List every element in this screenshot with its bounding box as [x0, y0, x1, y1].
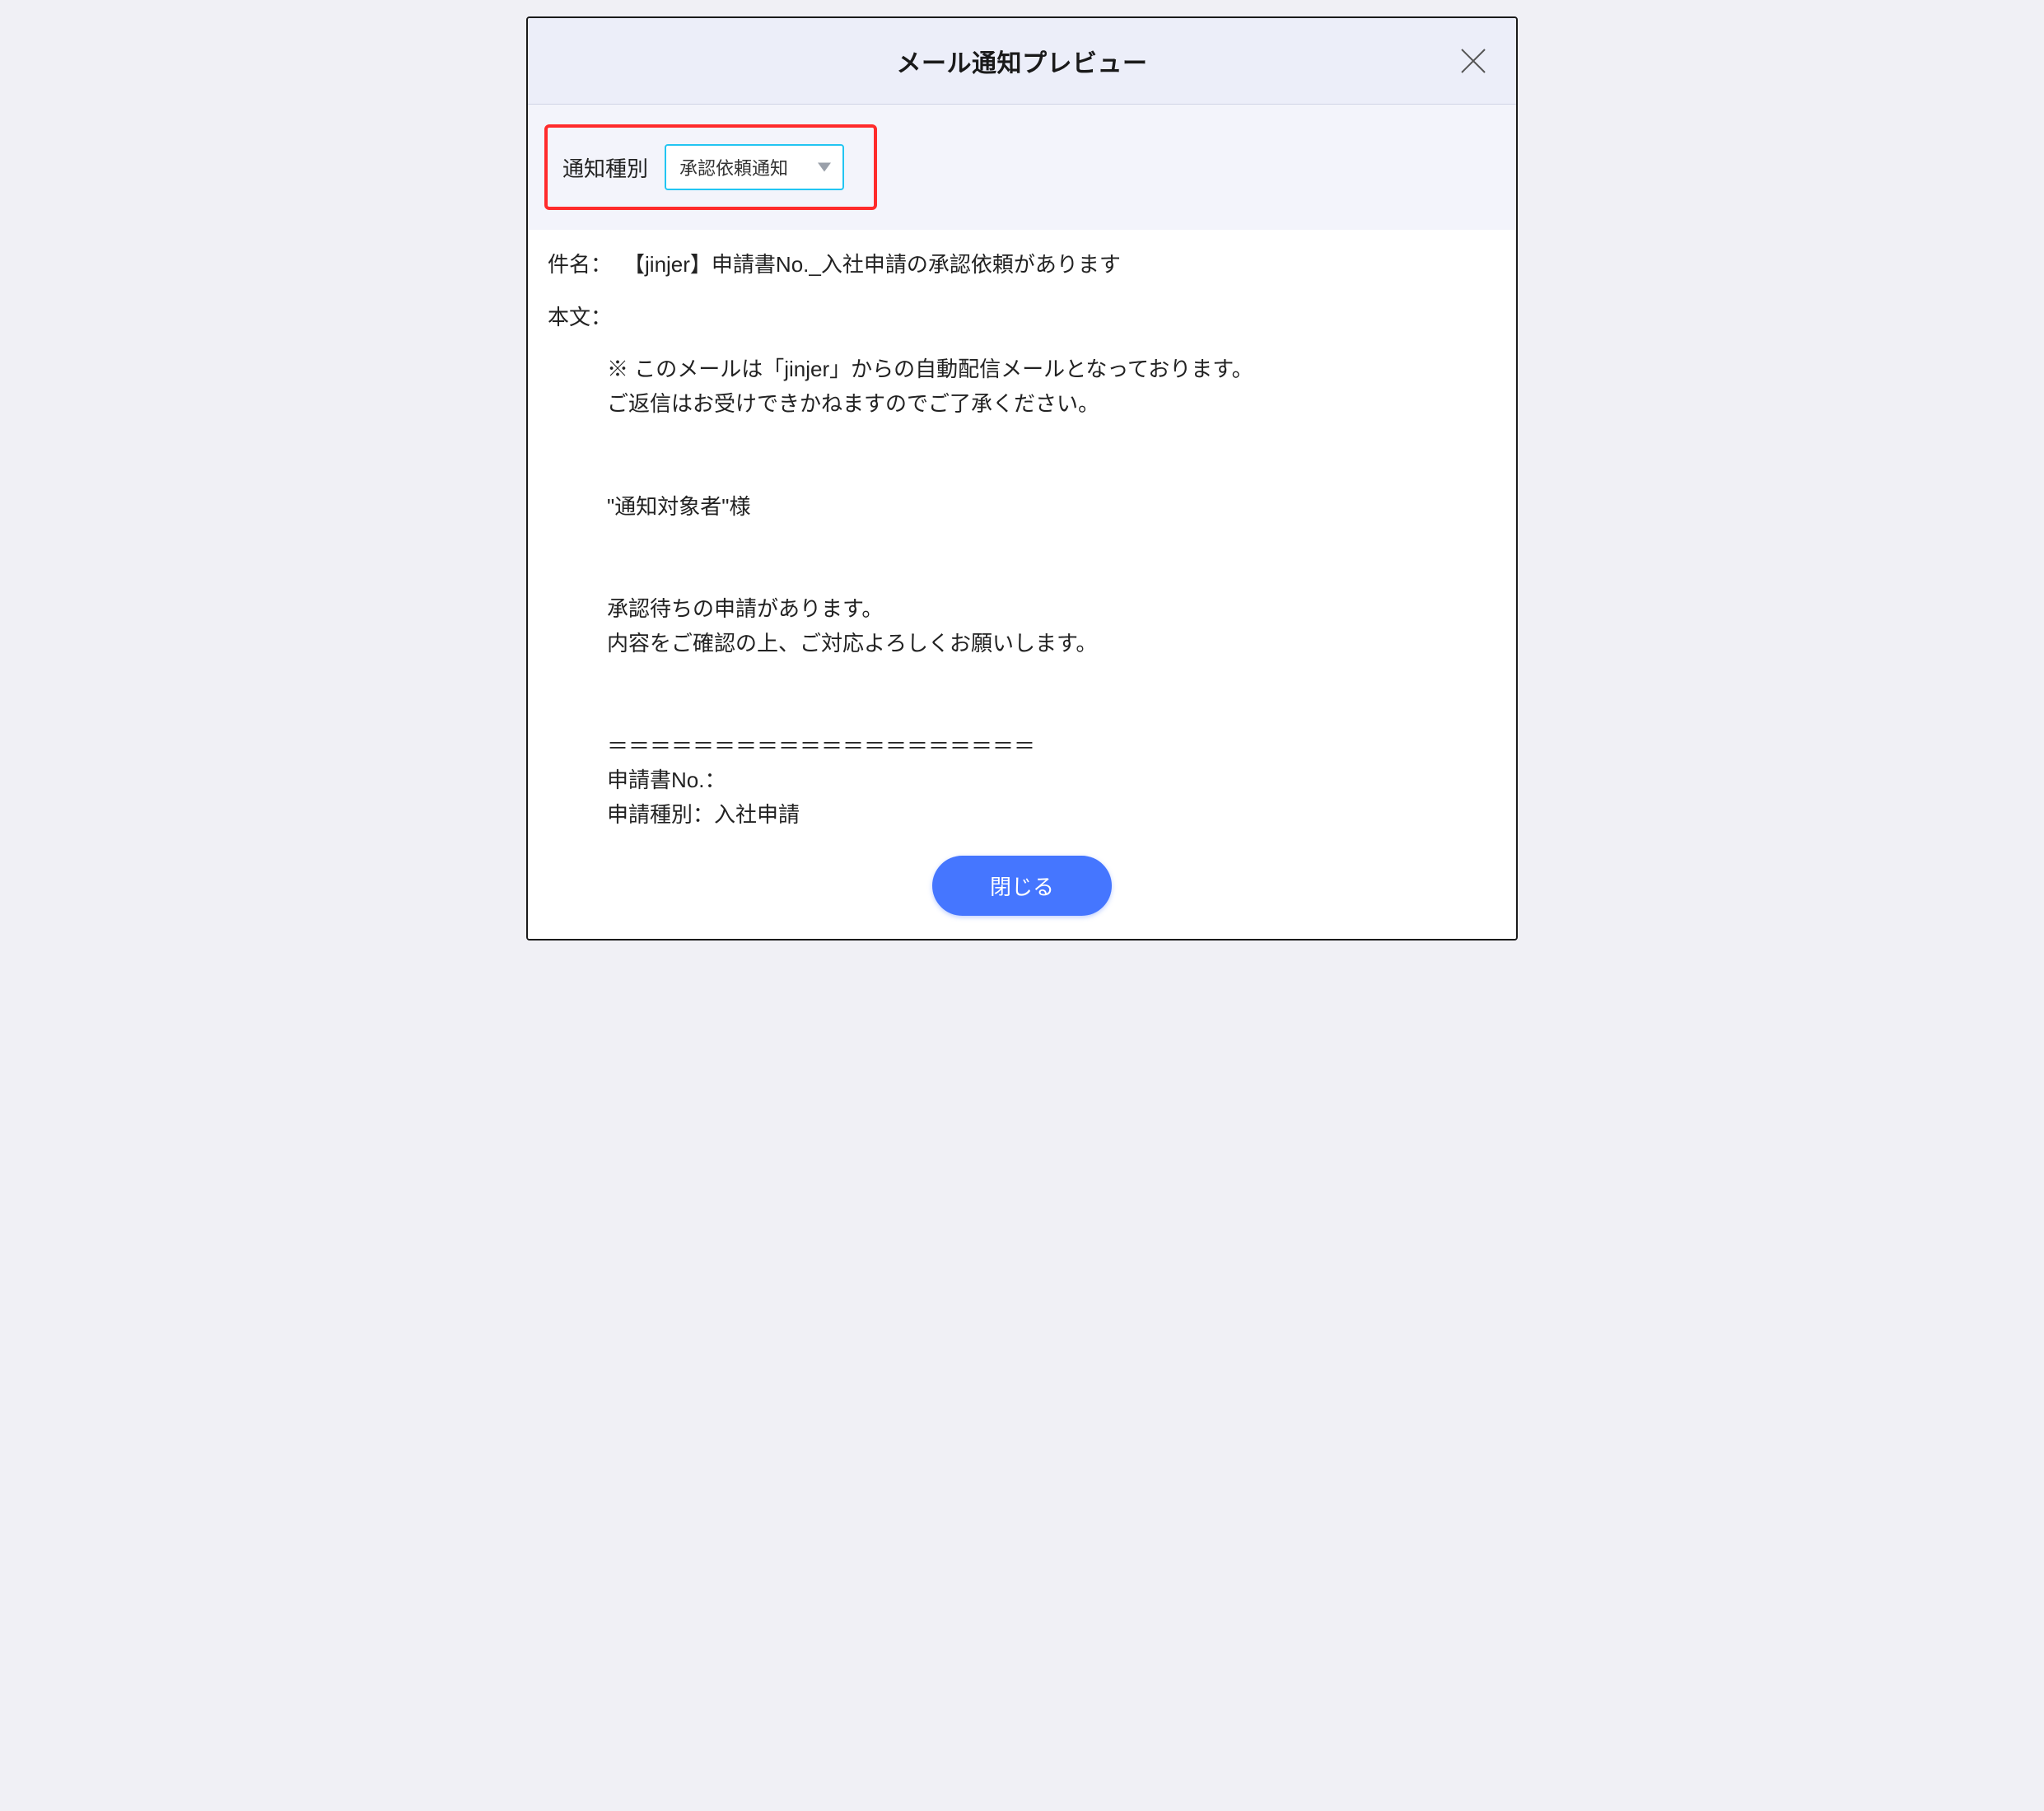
mail-body-text: ※ このメールは「jinjer」からの自動配信メールとなっております。ご返信はお…	[548, 352, 1496, 832]
mail-body-line: ご返信はお受けできかねますのでご了承ください。	[607, 387, 1496, 422]
body-label: 本文：	[548, 301, 612, 335]
mail-body-line	[607, 695, 1496, 730]
notification-type-highlight: 通知種別 承認依頼通知	[544, 124, 877, 210]
mail-body-line: "通知対象者"様	[607, 490, 1496, 525]
mail-body-line	[607, 558, 1496, 593]
subject-value: 【jinjer】申請書No._入社申請の承認依頼があります	[623, 248, 1121, 282]
mail-body-line: 内容をご確認の上、ご対応よろしくお願いします。	[607, 627, 1496, 661]
notification-type-select[interactable]: 承認依頼通知	[665, 144, 844, 190]
filter-bar: 通知種別 承認依頼通知	[528, 105, 1516, 230]
mail-preview-modal: メール通知プレビュー 通知種別 承認依頼通知 件名： 【jinjer】申請書No…	[526, 16, 1518, 941]
close-icon	[1457, 44, 1490, 77]
mail-body-line: ＝＝＝＝＝＝＝＝＝＝＝＝＝＝＝＝＝＝＝＝	[607, 730, 1496, 764]
mail-body-line	[607, 455, 1496, 490]
close-icon-button[interactable]	[1454, 41, 1493, 81]
body-label-row: 本文：	[548, 301, 1496, 335]
close-button[interactable]: 閉じる	[932, 856, 1112, 916]
modal-title: メール通知プレビュー	[544, 43, 1500, 79]
mail-body-line: ※ このメールは「jinjer」からの自動配信メールとなっております。	[607, 352, 1496, 387]
mail-body-line	[607, 661, 1496, 696]
mail-body-line: 申請種別：入社申請	[607, 798, 1496, 833]
mail-body-line	[607, 421, 1496, 455]
notification-type-label: 通知種別	[562, 152, 648, 183]
mail-body-line	[607, 524, 1496, 558]
subject-row: 件名： 【jinjer】申請書No._入社申請の承認依頼があります	[548, 248, 1496, 282]
mail-body-line: 申請書No.：	[607, 763, 1496, 798]
modal-footer: 閉じる	[528, 841, 1516, 939]
mail-body-line: 承認待ちの申請があります。	[607, 592, 1496, 627]
chevron-down-icon	[818, 163, 831, 172]
mail-preview-body: 件名： 【jinjer】申請書No._入社申請の承認依頼があります 本文： ※ …	[528, 230, 1516, 841]
modal-header: メール通知プレビュー	[528, 18, 1516, 105]
notification-type-selected-value: 承認依頼通知	[679, 158, 788, 179]
subject-label: 件名：	[548, 248, 612, 282]
